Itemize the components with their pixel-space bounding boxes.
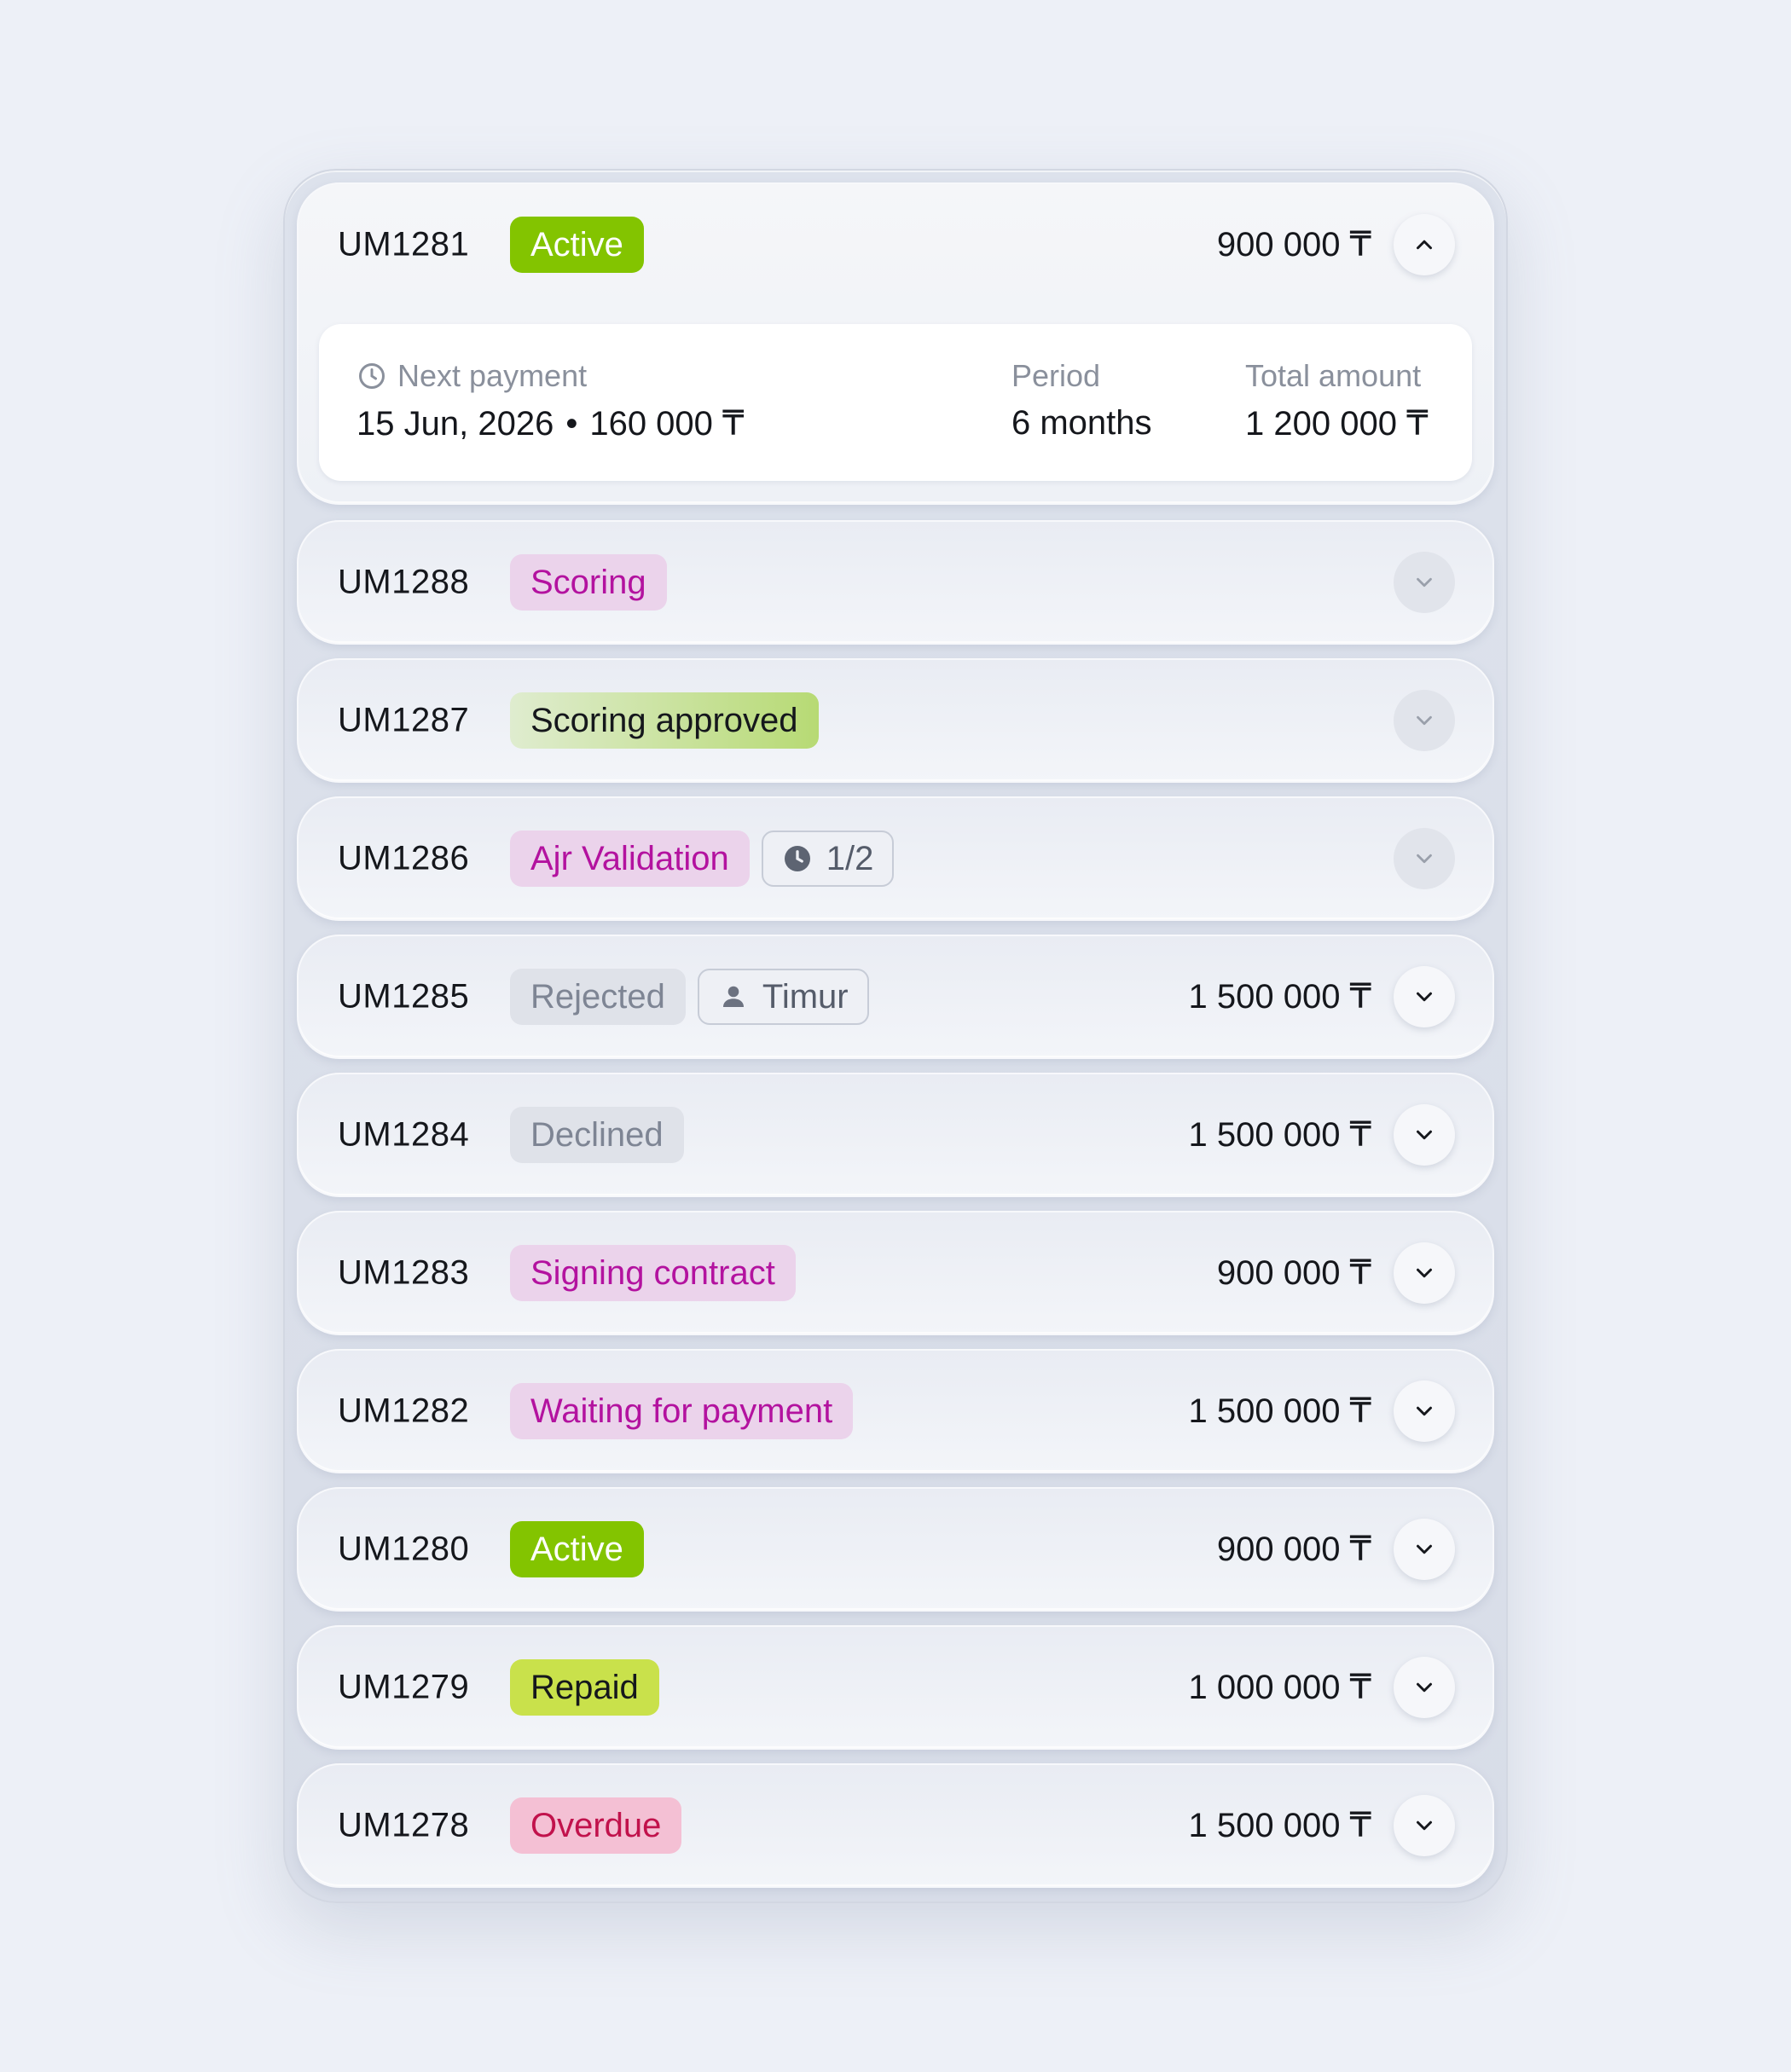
badge-group: Declined (510, 1107, 684, 1163)
badge-group: Scoring (510, 554, 667, 611)
expand-button[interactable] (1394, 1657, 1455, 1718)
loan-details: Next payment 15 Jun, 2026 • 160 000 ₸ Peri… (319, 324, 1472, 481)
chevron-down-icon (1417, 854, 1432, 864)
separator-dot: • (565, 405, 578, 443)
status-badge: Waiting for payment (510, 1383, 854, 1439)
total-amount-label: Total amount (1245, 358, 1422, 393)
next-payment-value: 15 Jun, 2026 • 160 000 ₸ (356, 404, 744, 443)
collapse-button[interactable] (1394, 214, 1455, 275)
next-payment-amount: 160 000 ₸ (589, 405, 745, 443)
expand-button[interactable] (1394, 690, 1455, 751)
loan-amount: 1 000 000 ₸ (1188, 1669, 1371, 1706)
chevron-up-icon (1417, 240, 1432, 250)
loan-id: UM1286 (338, 839, 470, 877)
expand-button[interactable] (1394, 1519, 1455, 1580)
loan-card[interactable]: UM1283 Signing contract 900 000 ₸ (297, 1211, 1494, 1335)
total-amount-value: 1 200 000 ₸ (1245, 405, 1429, 443)
chip-text: Timur (762, 978, 849, 1016)
badge-group: Signing contract (510, 1245, 796, 1301)
validation-progress-chip: 1/2 (761, 831, 895, 887)
status-badge: Repaid (510, 1659, 659, 1716)
next-payment-label-group: Next payment (356, 358, 587, 394)
next-payment-date: 15 Jun, 2026 (356, 405, 554, 443)
loan-id: UM1281 (338, 225, 470, 263)
status-badge: Overdue (510, 1797, 682, 1854)
loan-amount: 900 000 ₸ (1216, 226, 1371, 263)
expand-button[interactable] (1394, 1104, 1455, 1166)
chevron-down-icon (1417, 1682, 1432, 1693)
loan-card[interactable]: UM1281 Active 900 000 ₸ Next payment 15 … (297, 182, 1494, 505)
badge-group: Rejected Timur (510, 969, 869, 1025)
status-badge: Ajr Validation (510, 831, 750, 887)
expand-button[interactable] (1394, 1795, 1455, 1856)
chevron-down-icon (1417, 1406, 1432, 1416)
chip-text: 1/2 (826, 840, 874, 877)
loan-amount: 1 500 000 ₸ (1188, 1392, 1371, 1430)
loan-card[interactable]: UM1284 Declined 1 500 000 ₸ (297, 1073, 1494, 1197)
period-label: Period (1011, 358, 1101, 393)
loan-card[interactable]: UM1280 Active 900 000 ₸ (297, 1487, 1494, 1612)
loan-list-panel: UM1281 Active 900 000 ₸ Next payment 15 … (283, 169, 1508, 1903)
status-badge: Active (510, 1521, 644, 1577)
loan-id: UM1285 (338, 977, 470, 1016)
loan-amount: 1 500 000 ₸ (1188, 1807, 1371, 1844)
chevron-down-icon (1417, 1130, 1432, 1140)
loan-amount: 1 500 000 ₸ (1188, 978, 1371, 1016)
loan-id: UM1284 (338, 1115, 470, 1154)
chevron-down-icon (1417, 577, 1432, 587)
loan-card[interactable]: UM1285 Rejected Timur 1 500 000 ₸ (297, 935, 1494, 1059)
badge-group: Scoring approved (510, 692, 819, 749)
chevron-down-icon (1417, 715, 1432, 726)
assignee-chip: Timur (697, 969, 869, 1025)
loan-amount: 900 000 ₸ (1216, 1254, 1371, 1292)
loan-card[interactable]: UM1279 Repaid 1 000 000 ₸ (297, 1625, 1494, 1750)
loan-card[interactable]: UM1278 Overdue 1 500 000 ₸ (297, 1763, 1494, 1888)
user-icon (722, 986, 744, 1007)
loan-amount: 900 000 ₸ (1216, 1531, 1371, 1568)
chevron-down-icon (1417, 1544, 1432, 1554)
next-payment-label: Next payment (397, 358, 588, 393)
badge-group: Active (510, 1521, 644, 1577)
expand-button[interactable] (1394, 552, 1455, 613)
badge-group: Repaid (510, 1659, 659, 1716)
chevron-down-icon (1417, 1268, 1432, 1278)
loan-id: UM1282 (338, 1392, 470, 1430)
loan-id: UM1283 (338, 1253, 470, 1292)
loan-card-header[interactable]: UM1281 Active 900 000 ₸ (298, 184, 1492, 305)
expand-button[interactable] (1394, 828, 1455, 889)
loan-card[interactable]: UM1282 Waiting for payment 1 500 000 ₸ (297, 1349, 1494, 1473)
clock-filled-icon (784, 846, 810, 871)
loan-amount: 1 500 000 ₸ (1188, 1116, 1371, 1154)
loan-id: UM1287 (338, 701, 470, 739)
loan-id: UM1280 (338, 1530, 470, 1568)
status-badge: Scoring approved (510, 692, 819, 749)
loan-id: UM1279 (338, 1668, 470, 1706)
status-badge: Rejected (510, 969, 686, 1025)
expand-button[interactable] (1394, 1380, 1455, 1442)
loan-card[interactable]: UM1286 Ajr Validation 1/2 (297, 796, 1494, 921)
clock-icon (359, 363, 385, 389)
chevron-down-icon (1417, 992, 1432, 1002)
expand-button[interactable] (1394, 966, 1455, 1027)
badge-group: Overdue (510, 1797, 682, 1854)
badge-group: Ajr Validation 1/2 (510, 831, 895, 887)
badge-group: Active (510, 217, 644, 273)
badge-group: Waiting for payment (510, 1383, 854, 1439)
loan-card[interactable]: UM1288 Scoring (297, 520, 1494, 645)
chevron-down-icon (1417, 1820, 1432, 1831)
expand-button[interactable] (1394, 1242, 1455, 1304)
loan-id: UM1278 (338, 1806, 470, 1844)
status-badge: Signing contract (510, 1245, 796, 1301)
status-badge: Declined (510, 1107, 684, 1163)
status-badge: Scoring (510, 554, 667, 611)
status-badge: Active (510, 217, 644, 273)
loan-id: UM1288 (338, 563, 470, 601)
period-value: 6 months (1011, 404, 1152, 442)
loan-card[interactable]: UM1287 Scoring approved (297, 658, 1494, 783)
